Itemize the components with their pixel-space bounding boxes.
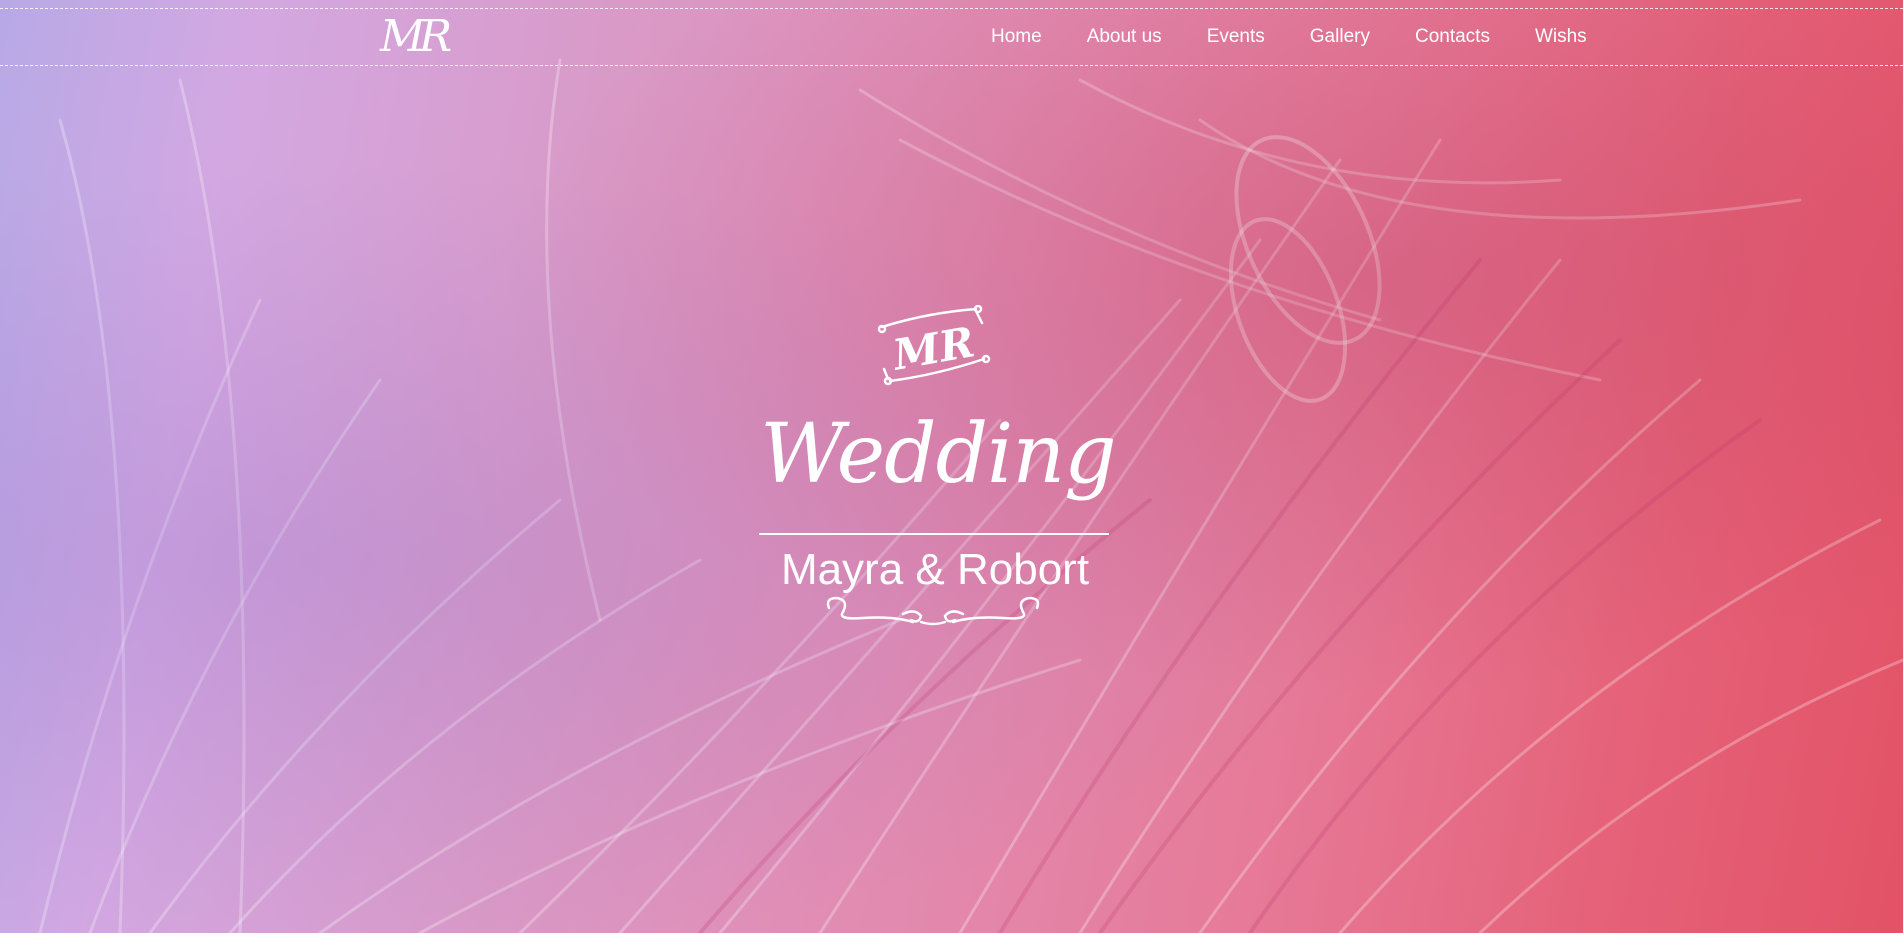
monogram-emblem: MR [877,305,991,386]
top-navigation-bar: MR Home About us Events Gallery Contacts… [0,8,1903,66]
main-nav: Home About us Events Gallery Contacts Wi… [991,9,1587,65]
title-divider [759,533,1109,535]
flourish-ornament-icon [826,596,1040,626]
nav-item-events[interactable]: Events [1207,26,1265,48]
nav-item-wishs[interactable]: Wishs [1535,26,1587,48]
nav-item-about-us[interactable]: About us [1087,26,1162,48]
site-logo[interactable]: MR [380,13,452,61]
nav-item-home[interactable]: Home [991,26,1042,48]
monogram-text: MR [887,317,978,380]
nav-item-contacts[interactable]: Contacts [1415,26,1490,48]
nav-item-gallery[interactable]: Gallery [1310,26,1370,48]
hero-title: Wedding [760,407,1117,502]
couple-names: Mayra & Robort [780,545,1090,594]
